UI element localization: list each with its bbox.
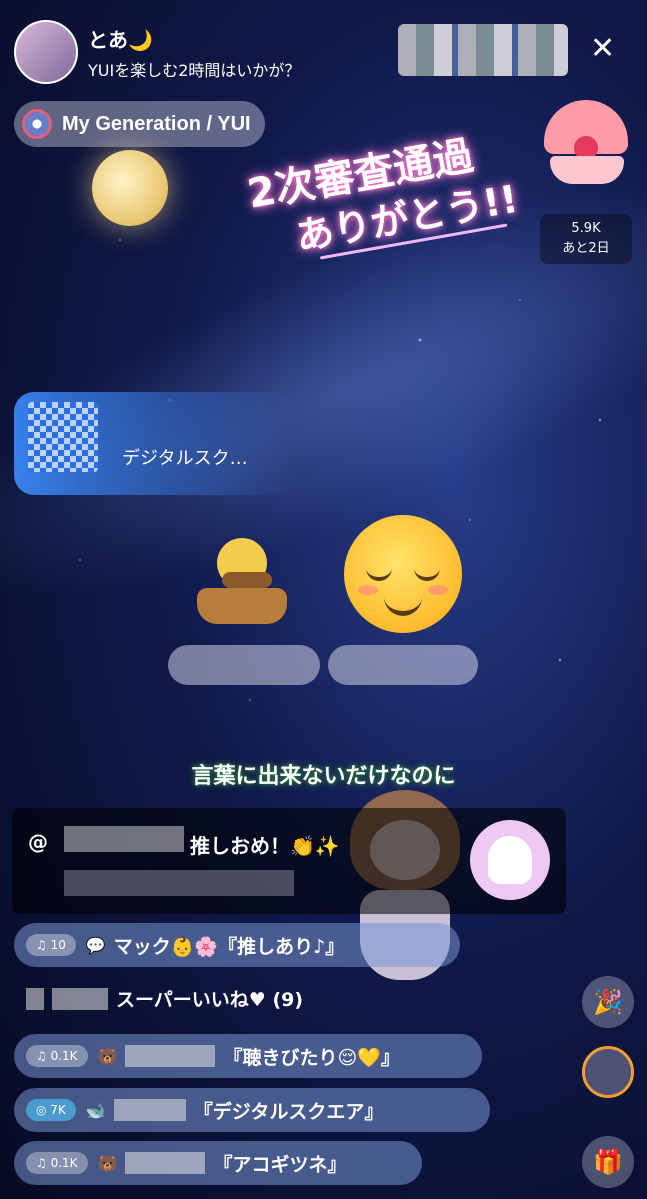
chat-badge: ♫ 10 <box>26 934 76 956</box>
now-playing-label: My Generation / YUI <box>62 112 251 135</box>
streamer-avatar[interactable] <box>14 20 78 84</box>
relieved-face-emoji <box>344 515 462 633</box>
mention-user-blurred <box>64 826 184 852</box>
music-disc-icon <box>22 109 52 139</box>
gauge-button[interactable] <box>582 1046 634 1098</box>
gift-notification-name: デジタルスク… <box>122 448 248 469</box>
chat-badge: ♫ 0.1K <box>26 1045 88 1067</box>
gift-icon: 🎁 <box>593 1148 623 1176</box>
gift-button[interactable]: 🎁 <box>582 1136 634 1188</box>
mention-symbol: @ <box>28 830 48 854</box>
sender-blurred <box>125 1152 206 1174</box>
party-effect-button[interactable]: 🎉 <box>582 976 634 1028</box>
streamer-name: とあ🌙 <box>88 27 153 52</box>
event-count: 5.9K <box>571 221 601 236</box>
user-pill-blurred[interactable] <box>168 645 320 685</box>
sender-name-blurred <box>64 870 294 896</box>
sender-blurred <box>52 987 108 1010</box>
shell-event-icon[interactable] <box>540 100 632 190</box>
chat-user-icon: 🐋 <box>85 1100 106 1120</box>
chat-message-text: 『デジタルスクエア』 <box>193 1100 384 1123</box>
chat-message[interactable]: ♫ 10 💬 マック👶🌸『推しあり♪』 <box>14 923 460 967</box>
stream-title: YUIを楽しむ2時間はいかが？ <box>88 60 301 80</box>
chat-user-icon: 💬 <box>85 935 106 955</box>
streamer-header[interactable]: とあ🌙 YUIを楽しむ2時間はいかが？ <box>14 20 300 84</box>
lyric-caption: 言葉に出来ないだけなのに <box>191 764 456 789</box>
gift-notification: デジタルスク… <box>14 392 294 495</box>
moon-image <box>92 150 168 226</box>
chat-badge: ◎ 7K <box>26 1099 76 1121</box>
chat-message[interactable]: ◎ 7K 🐋 『デジタルスクエア』 <box>14 1088 490 1132</box>
chat-message-text: 『聴きびたり😌💛』 <box>223 1046 400 1069</box>
gift-image <box>28 402 98 472</box>
super-like-text: スーパーいいね♥ (9) <box>116 989 304 1011</box>
event-remaining: あと2日 <box>562 241 610 256</box>
now-playing-pill[interactable]: My Generation / YUI <box>14 101 265 147</box>
fox-guitar-sticker <box>192 528 292 628</box>
chat-message[interactable]: ♫ 0.1K 🐻 『アコギツネ』 <box>14 1141 422 1185</box>
viewer-avatars-blurred[interactable] <box>398 24 568 76</box>
super-like-notice: スーパーいいね♥ (9) <box>26 985 303 1012</box>
user-pill-blurred[interactable] <box>328 645 478 685</box>
close-icon[interactable]: ✕ <box>590 34 615 64</box>
event-rank-box[interactable]: 5.9K あと2日 <box>540 214 632 264</box>
sender-blurred <box>26 987 44 1010</box>
chat-user-icon: 🐻 <box>97 1153 118 1173</box>
ghost-sticker <box>470 820 550 900</box>
chat-message[interactable]: ♫ 0.1K 🐻 『聴きびたり😌💛』 <box>14 1034 482 1078</box>
super-message-text: 推しおめ！👏✨ <box>190 834 340 858</box>
chat-badge: ♫ 0.1K <box>26 1152 88 1174</box>
sender-blurred <box>125 1045 216 1067</box>
chat-message-text: 『アコギツネ』 <box>213 1153 347 1176</box>
party-icon: 🎉 <box>593 988 623 1016</box>
chat-user-icon: 🐻 <box>97 1046 118 1066</box>
sender-blurred <box>113 1099 186 1121</box>
chat-message-text: マック👶🌸『推しあり♪』 <box>113 935 345 958</box>
